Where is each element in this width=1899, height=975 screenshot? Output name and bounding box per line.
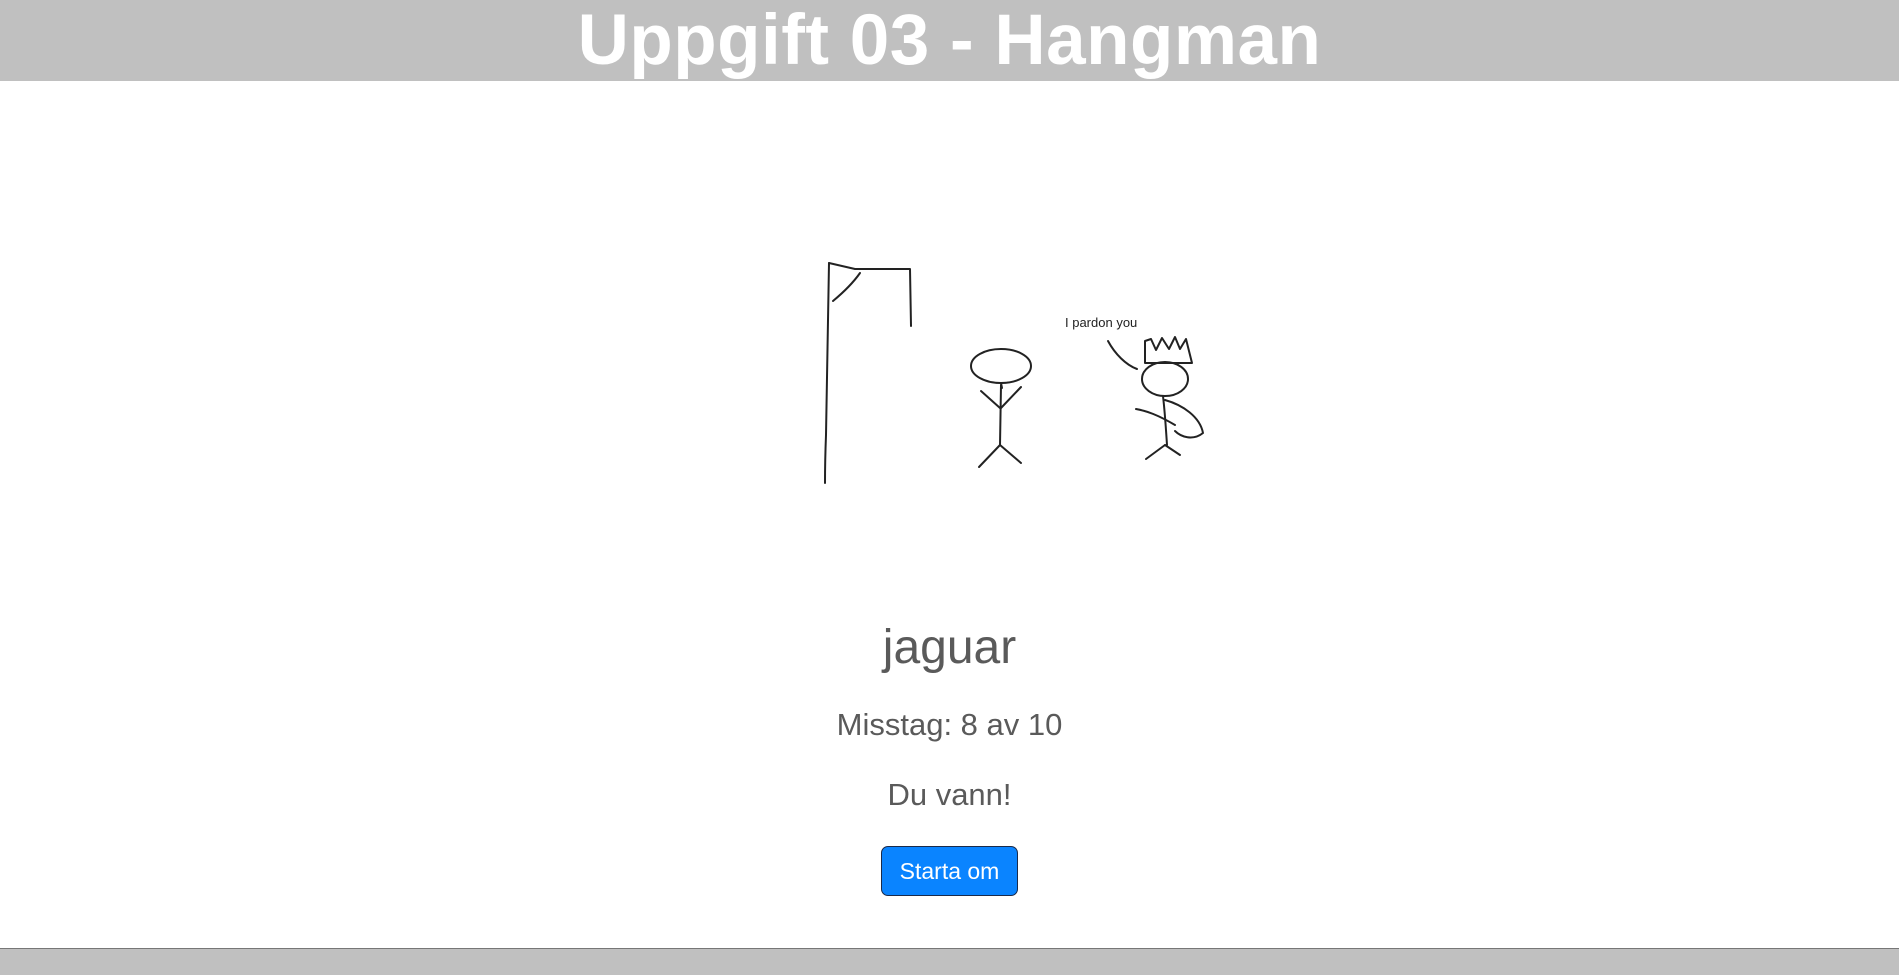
restart-button[interactable]: Starta om: [881, 846, 1018, 896]
page-header: Uppgift 03 - Hangman: [0, 0, 1899, 81]
gallows-brace: [832, 272, 861, 302]
king-crown: [1144, 336, 1193, 364]
figure-body: [999, 384, 1002, 446]
king-leg-right: [1164, 444, 1181, 456]
speech-text: I pardon you: [1065, 315, 1138, 330]
king-leg-left: [1145, 444, 1166, 460]
mistakes-counter: Misstag: 8 av 10: [836, 707, 1063, 742]
gallows-pole: [824, 262, 830, 484]
figure-leg-left: [978, 444, 1001, 468]
hangman-drawing: [824, 262, 1204, 484]
figure-arm-right: [1000, 386, 1022, 409]
figure-head: [970, 348, 1032, 384]
king-cape: [1164, 399, 1204, 439]
guessed-word: jaguar: [882, 621, 1017, 674]
page-title: Uppgift 03 - Hangman: [577, 1, 1322, 80]
king-head: [1141, 361, 1189, 397]
figure-arm-left: [980, 390, 1001, 409]
figure-leg-right: [999, 444, 1022, 464]
hangman-illustration: I pardon you: [815, 255, 1215, 495]
speech-line: [1107, 340, 1138, 370]
result-message: Du vann!: [887, 777, 1012, 812]
king-arm: [1135, 408, 1176, 426]
page-footer: [0, 948, 1899, 975]
